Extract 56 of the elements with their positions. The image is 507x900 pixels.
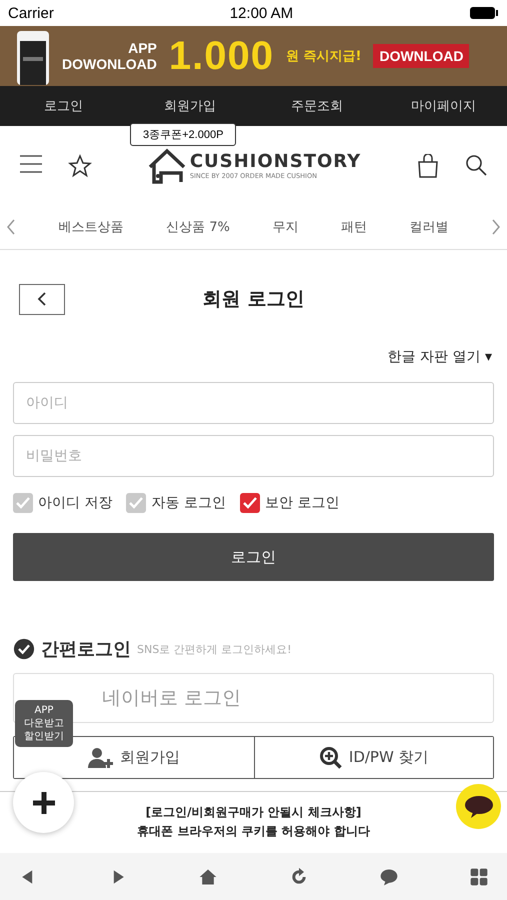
app-discount-badge[interactable]: APP 다운받고 할인받기 — [15, 700, 73, 747]
plus-icon — [32, 792, 54, 814]
checkmark-icon — [129, 497, 144, 509]
house-icon — [148, 146, 186, 184]
find-account-button[interactable]: ID/PW 찾기 — [254, 737, 493, 778]
checkbox-option[interactable]: 아이디 저장 — [13, 493, 112, 513]
nav-link[interactable]: 주문조회 — [254, 97, 380, 115]
banner-text: 원 즉시지급! — [286, 48, 362, 65]
back-button[interactable] — [19, 284, 65, 314]
category-link[interactable]: 컬러별 — [409, 218, 448, 236]
download-button[interactable]: DOWNLOAD — [373, 44, 470, 68]
login-button[interactable]: 로그인 — [13, 533, 494, 581]
coupon-badge: 3종쿠폰+2.000P — [130, 123, 236, 146]
checkbox[interactable] — [126, 493, 146, 513]
chat-bubble-icon[interactable] — [378, 866, 399, 886]
nav-link[interactable]: 로그인 — [0, 97, 127, 115]
banner-app-text: APP DOWONLOAD — [62, 40, 157, 72]
plus-button[interactable] — [13, 772, 74, 833]
chevron-right-icon[interactable] — [490, 219, 501, 235]
easy-login-title: 간편로그인 — [41, 638, 131, 661]
keyboard-toggle-link[interactable]: 한글 자판 열기 ▾ — [388, 348, 492, 366]
chevron-left-icon[interactable] — [6, 219, 16, 235]
category-link[interactable]: 패턴 — [340, 218, 367, 236]
speech-bubble-icon — [464, 794, 494, 818]
nav-link[interactable]: 회원가입 — [126, 97, 254, 115]
checkbox[interactable] — [240, 493, 260, 513]
category-link[interactable]: 베스트상품 — [58, 218, 124, 236]
input-field[interactable]: 비밀번호 — [13, 435, 494, 477]
checkmark-icon — [16, 497, 30, 509]
logo-name: CUSHIONSTORY — [190, 151, 362, 172]
page-title: 회원 로그인 — [202, 287, 304, 312]
grid-icon[interactable] — [468, 866, 489, 886]
category-link[interactable]: 신상품 7% — [166, 218, 230, 236]
carrier-label: Carrier — [8, 4, 54, 22]
checkbox[interactable] — [13, 493, 33, 513]
checkbox-option[interactable]: 자동 로그인 — [126, 493, 226, 513]
nav-link[interactable]: 마이페이지 — [380, 97, 507, 115]
notice-text: 휴대폰 브라우저의 쿠키를 허용해야 합니다 — [137, 823, 370, 840]
zoom-in-icon — [318, 746, 343, 770]
chevron-left-icon — [37, 292, 47, 306]
chat-button[interactable] — [456, 784, 501, 829]
banner-amount: 1.000 — [168, 34, 274, 78]
search-icon[interactable] — [465, 154, 487, 178]
add-user-icon — [88, 746, 114, 768]
input-field[interactable]: 아이디 — [13, 382, 494, 424]
checkbox-option[interactable]: 보안 로그인 — [240, 493, 340, 513]
star-icon[interactable] — [68, 154, 92, 178]
easy-login-subtitle: SNS로 간편하게 로그인하세요! — [137, 642, 292, 656]
notice-text: [로그인/비회원구매가 안될시 체크사항] — [146, 804, 362, 821]
battery-icon — [468, 6, 499, 20]
clock: 12:00 AM — [230, 4, 294, 22]
check-circle-icon — [13, 638, 35, 660]
home-icon[interactable] — [198, 866, 218, 886]
category-link[interactable]: 무지 — [272, 218, 298, 236]
shopping-bag-icon[interactable] — [417, 154, 439, 178]
checkmark-icon — [242, 497, 257, 509]
